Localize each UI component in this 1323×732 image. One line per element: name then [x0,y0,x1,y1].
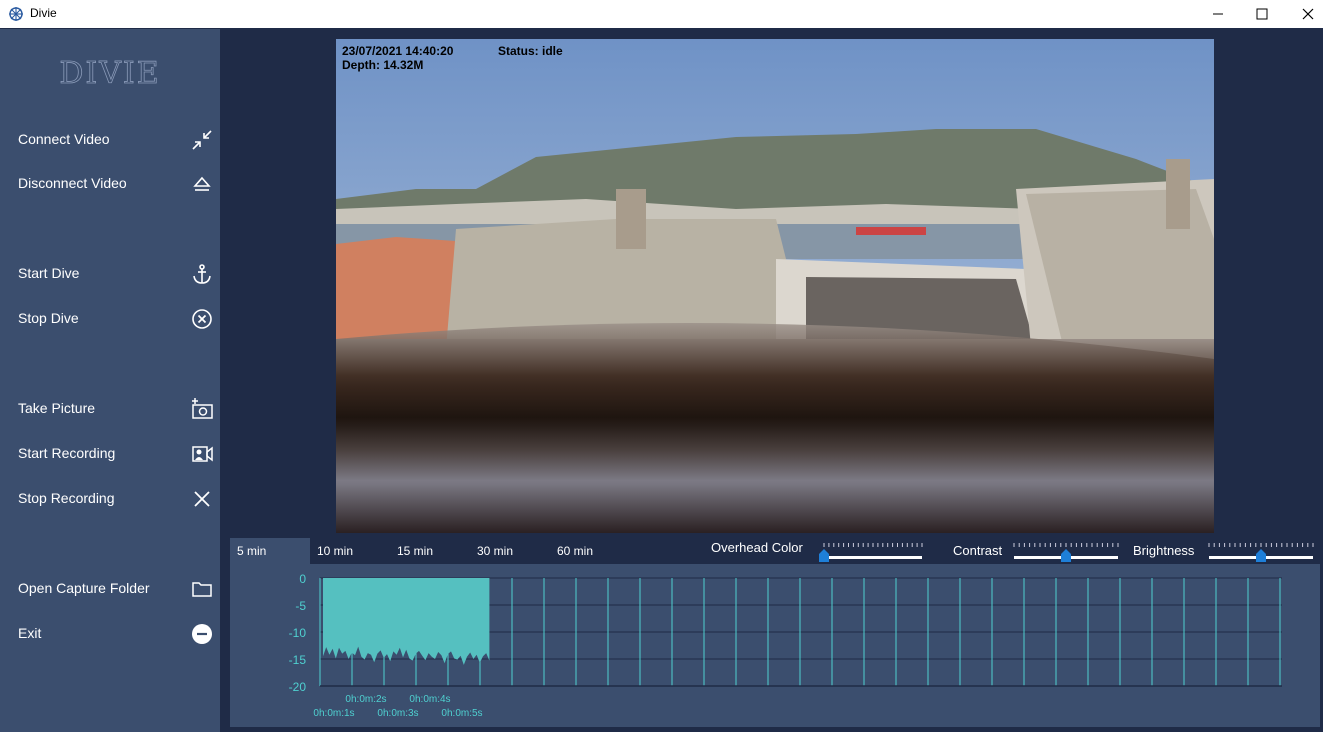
add-camera-icon [192,398,213,419]
status-overlay: Status: idle [498,44,563,58]
collapse-arrows-icon [192,130,212,150]
sidebar-item-label: Exit [18,625,42,641]
sidebar-item-label: Stop Recording [18,490,115,506]
y-tick-label: -5 [295,599,306,613]
minimize-icon [1213,13,1223,15]
sidebar-item-label: Disconnect Video [18,175,127,191]
slider-ticks [1208,543,1314,547]
overhead-color-label: Overhead Color [711,540,803,555]
tab-60-min[interactable]: 60 min [550,538,630,564]
window-title: Divie [30,6,57,20]
depth-overlay: Depth: 14.32M [342,58,424,72]
y-tick-label: -10 [289,626,307,640]
video-feed: 23/07/2021 14:40:20 Status: idle Depth: … [336,39,1214,533]
close-window-button[interactable] [1285,0,1323,28]
sidebar-item-label: Start Dive [18,265,80,281]
sidebar-item-label: Start Recording [18,445,116,461]
slider-ticks [1013,543,1119,547]
video-camera-icon [192,446,213,462]
stop-recording-button[interactable]: Stop Recording [0,481,220,517]
minimize-button[interactable] [1195,0,1241,28]
take-picture-button[interactable]: Take Picture [0,391,220,427]
x-tick-label: 0h:0m:5s [441,708,482,719]
connect-video-button[interactable]: Connect Video [0,122,220,158]
sidebar: DIVIE Connect Video Disconnect Video Sta… [0,29,220,732]
y-tick-label: 0 [299,572,306,586]
tab-30-min[interactable]: 30 min [470,538,550,564]
x-tick-label: 0h:0m:2s [345,694,386,705]
timestamp-overlay: 23/07/2021 14:40:20 [342,44,454,58]
depth-area-series [323,578,490,665]
depth-chart: 0 -5 -10 -15 -20 0h:0m:1s 0h:0m:2s 0h:0m:3s 0h:… [289,572,1282,719]
contrast-slider[interactable] [1010,540,1120,564]
slider-thumb[interactable] [1256,549,1266,562]
minus-circle-icon [192,624,212,644]
tab-5-min[interactable]: 5 min [230,538,310,564]
slider-thumb[interactable] [1061,549,1071,562]
sidebar-item-label: Open Capture Folder [18,580,150,596]
close-icon [1302,8,1314,20]
open-capture-folder-button[interactable]: Open Capture Folder [0,571,220,607]
overhead-color-slider[interactable] [818,540,926,564]
camera-image [336,39,1214,533]
logo-text: DIVIE [59,57,160,87]
sidebar-item-label: Connect Video [18,131,110,147]
sidebar-item-label: Take Picture [18,400,96,416]
x-tick-label: 0h:0m:4s [409,694,450,705]
app-logo: DIVIE [59,57,160,87]
app-icon [9,7,23,21]
disconnect-video-button[interactable]: Disconnect Video [0,166,220,202]
folder-icon [192,582,212,597]
stop-dive-button[interactable]: Stop Dive [0,301,220,337]
y-tick-label: -20 [289,680,307,694]
maximize-button[interactable] [1239,0,1285,28]
maximize-icon [1256,8,1268,20]
slider-thumb[interactable] [819,549,829,562]
tab-15-min[interactable]: 15 min [390,538,470,564]
contrast-label: Contrast [953,543,1003,558]
anchor-icon [193,264,211,284]
sidebar-item-label: Stop Dive [18,310,79,326]
circle-x-icon [192,309,212,329]
brightness-label: Brightness [1133,543,1195,558]
slider-ticks [823,543,923,547]
start-recording-button[interactable]: Start Recording [0,436,220,472]
start-dive-button[interactable]: Start Dive [0,256,220,292]
brightness-slider[interactable] [1205,540,1315,564]
title-bar: Divie [0,0,1323,28]
x-tick-label: 0h:0m:3s [377,708,418,719]
close-icon [194,491,210,507]
x-tick-label: 0h:0m:1s [313,708,354,719]
y-tick-label: -15 [289,653,307,667]
tab-10-min[interactable]: 10 min [310,538,390,564]
eject-icon [193,176,211,191]
exit-button[interactable]: Exit [0,616,220,652]
